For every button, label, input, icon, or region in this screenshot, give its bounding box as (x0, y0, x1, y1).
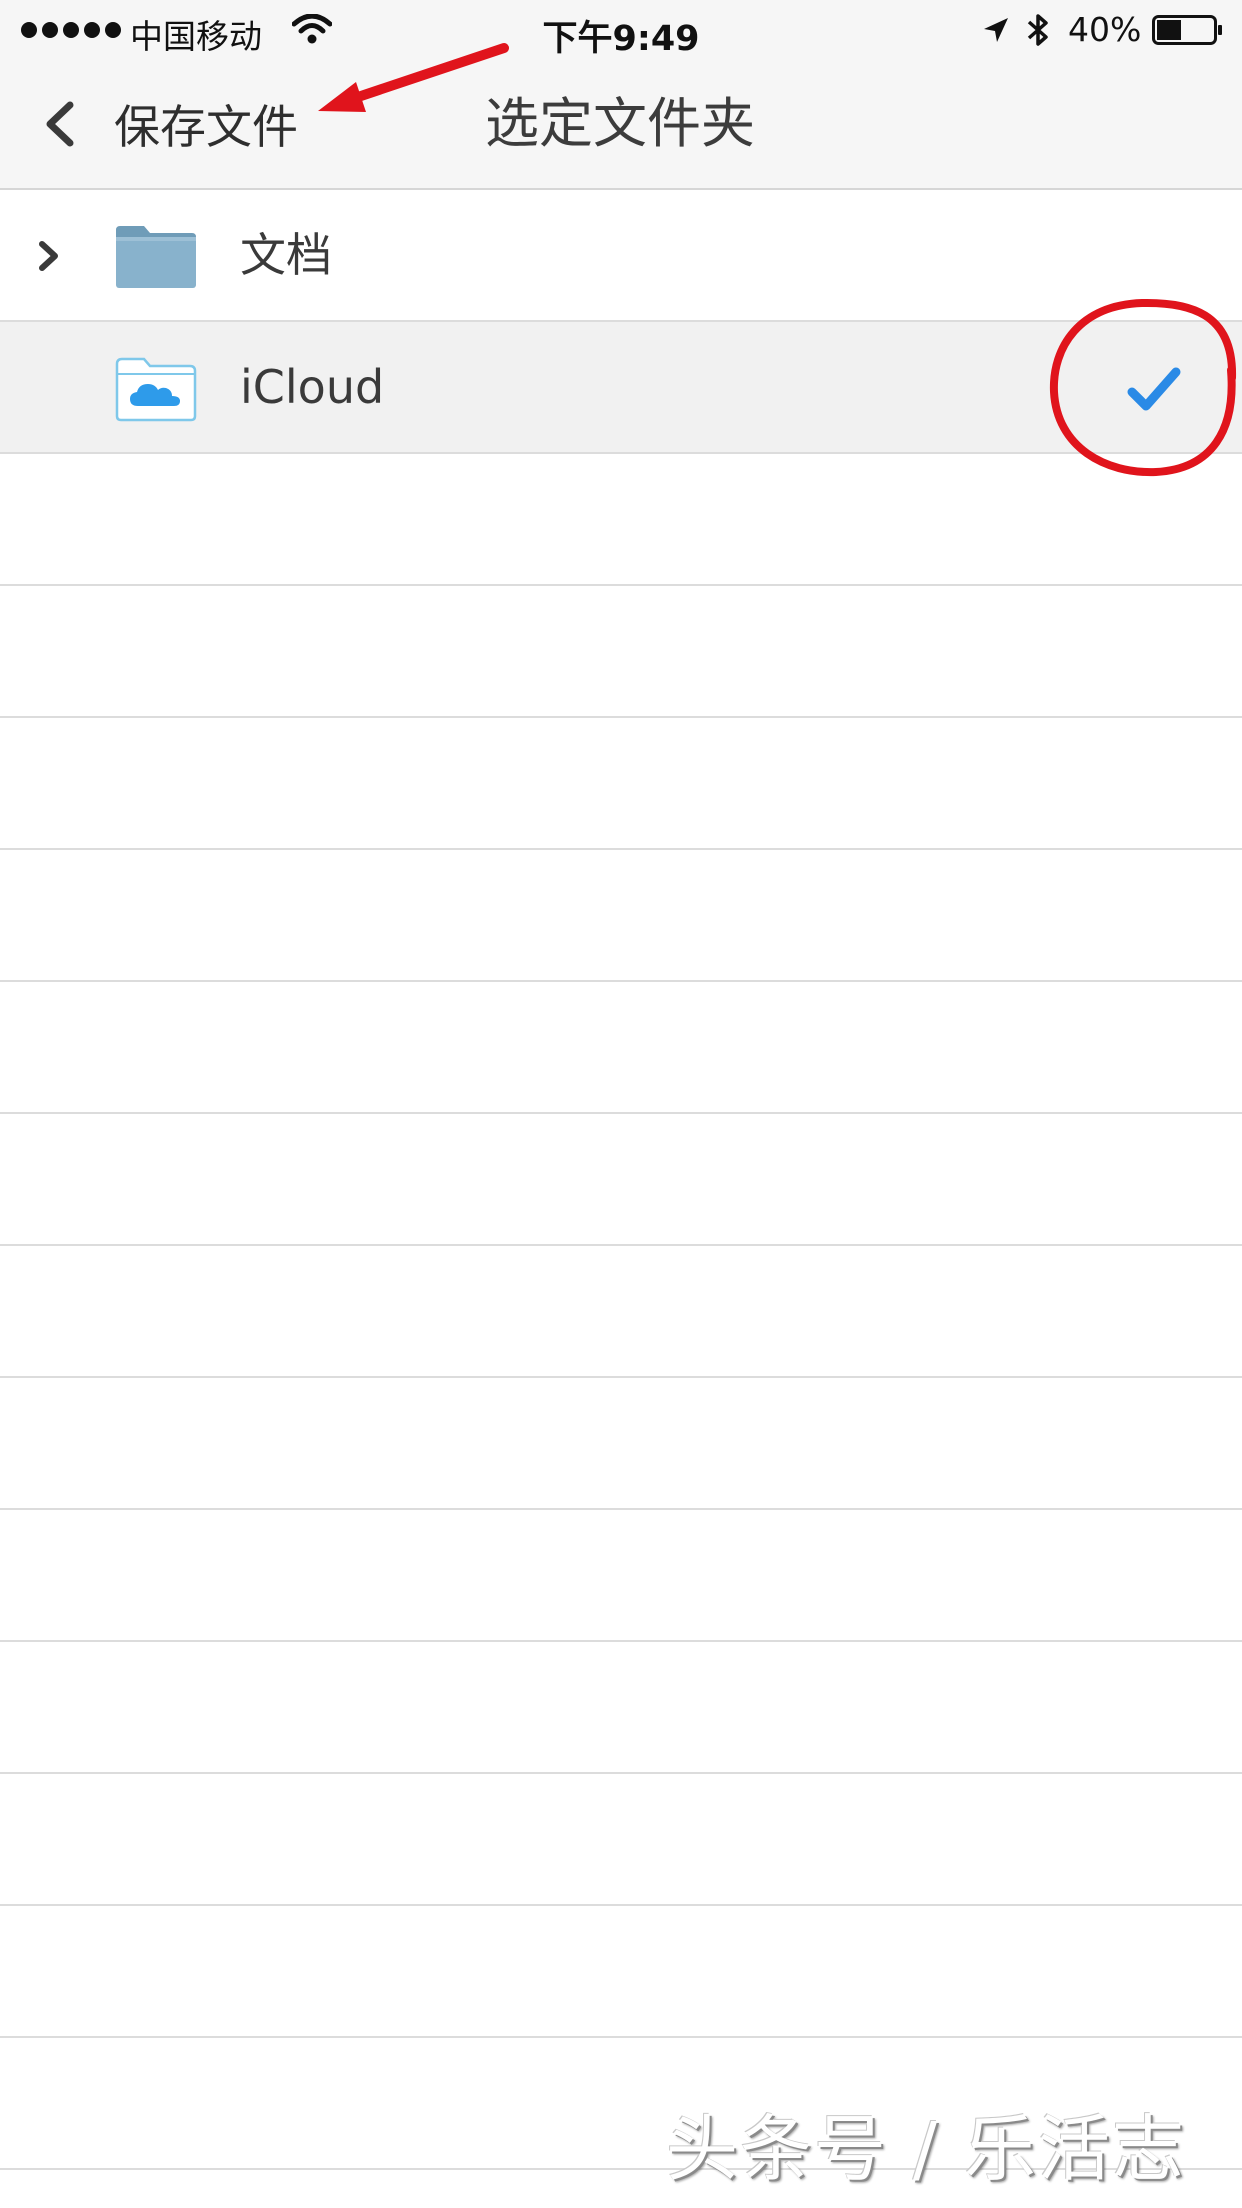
folder-icon (116, 226, 196, 288)
empty-row (0, 982, 1242, 1114)
empty-row (0, 454, 1242, 586)
empty-row (0, 1906, 1242, 2038)
status-bar: 中国移动 下午9:49 40% (0, 0, 1242, 60)
empty-row (0, 1774, 1242, 1906)
folder-row-documents[interactable]: 文档 (0, 190, 1242, 322)
header: 中国移动 下午9:49 40% 保存文件 选定文件夹 (0, 0, 1242, 190)
battery-icon (1152, 15, 1222, 45)
checkmark-icon (1127, 367, 1181, 411)
page-title: 选定文件夹 (485, 92, 755, 155)
empty-row (0, 586, 1242, 718)
empty-row (0, 1642, 1242, 1774)
chevron-left-icon (46, 101, 74, 147)
chevron-right-icon[interactable] (36, 238, 62, 274)
folder-list: 文档 iCloud (0, 190, 1242, 2208)
empty-row (0, 1246, 1242, 1378)
empty-row (0, 718, 1242, 850)
clock: 下午9:49 (542, 19, 700, 59)
bluetooth-icon (1027, 14, 1048, 46)
empty-row (0, 1114, 1242, 1246)
empty-row (0, 1378, 1242, 1510)
back-button-label: 保存文件 (114, 100, 298, 154)
battery-percentage: 40% (1068, 10, 1142, 49)
icloud-folder-icon (115, 357, 197, 422)
folder-row-icloud[interactable]: iCloud (0, 322, 1242, 454)
back-button[interactable]: 保存文件 (40, 88, 298, 160)
folder-label: 文档 (240, 228, 332, 282)
empty-row (0, 1510, 1242, 1642)
empty-row (0, 850, 1242, 982)
save-file-screen: 中国移动 下午9:49 40% 保存文件 选定文件夹 文档 iCloud 头条号… (0, 0, 1242, 2208)
watermark: 头条号 / 乐活志 (665, 2107, 1186, 2191)
folder-label: iCloud (240, 360, 385, 414)
navigation-bar: 保存文件 选定文件夹 (0, 60, 1242, 188)
location-arrow-icon (984, 18, 1008, 42)
